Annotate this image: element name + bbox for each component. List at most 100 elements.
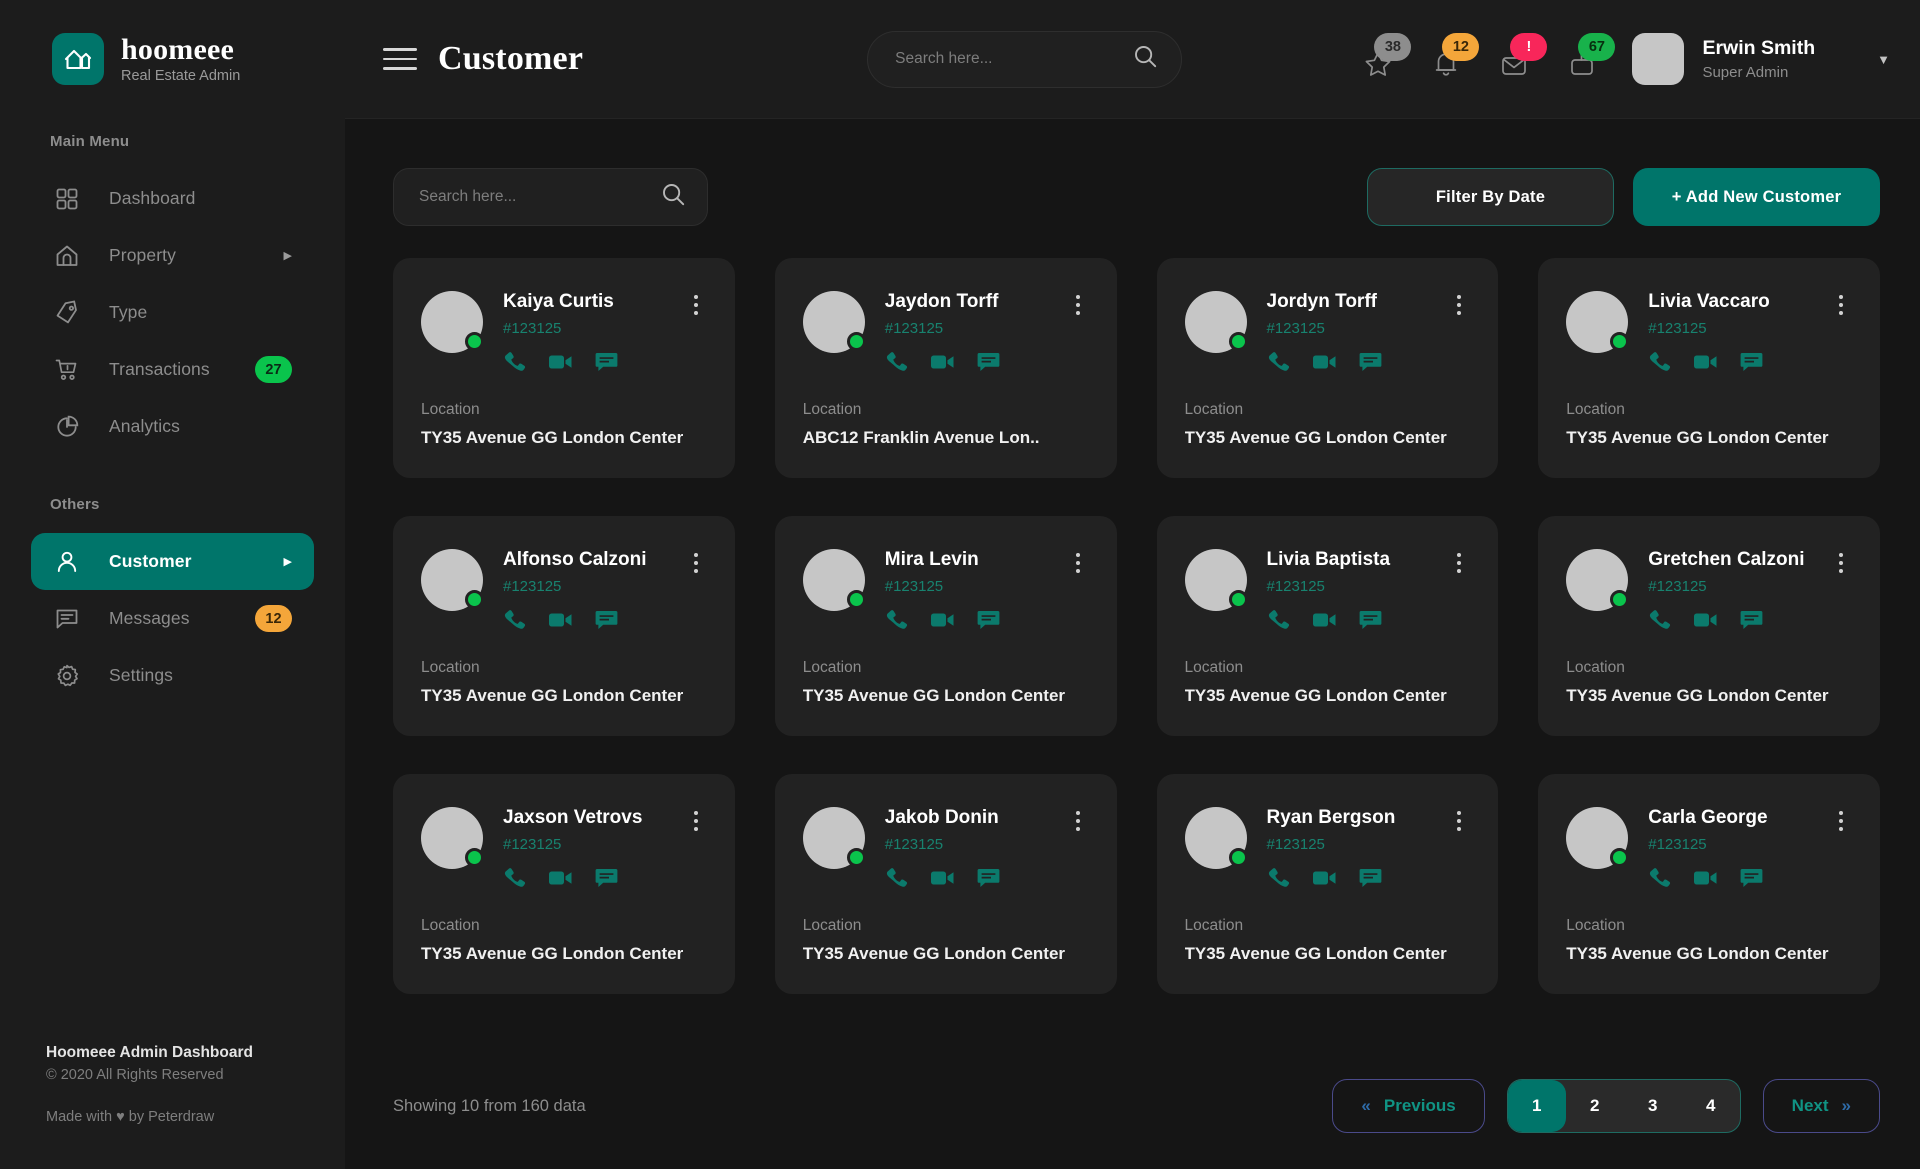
more-vertical-icon[interactable] — [685, 291, 707, 315]
video-icon[interactable] — [1312, 352, 1337, 372]
customer-card[interactable]: Livia Vaccaro #123125 Location TY35 Avenue … — [1538, 258, 1880, 478]
gear-icon — [53, 662, 81, 690]
search-icon[interactable] — [1132, 43, 1159, 75]
avatar — [421, 291, 484, 353]
video-icon[interactable] — [548, 610, 573, 630]
video-icon[interactable] — [930, 610, 955, 630]
customer-card[interactable]: Mira Levin #123125 Location TY35 Avenue GG … — [774, 516, 1117, 736]
chat-icon[interactable] — [1740, 609, 1763, 631]
user-icon — [53, 548, 81, 576]
search-icon[interactable] — [660, 181, 687, 213]
sidebar-item-dashboard[interactable]: Dashboard — [31, 170, 314, 227]
location-label: Location — [421, 917, 480, 934]
phone-icon[interactable] — [503, 608, 526, 631]
customer-location: TY35 Avenue GG London Center — [1566, 428, 1829, 447]
customer-card[interactable]: Jaxson Vetrovs #123125 Location TY35 Avenue… — [393, 774, 735, 994]
customer-card[interactable]: Kaiya Curtis #123125 Location TY35 Avenue G… — [393, 258, 735, 478]
chat-icon[interactable] — [977, 867, 1000, 889]
chat-icon[interactable] — [1359, 867, 1382, 889]
profile-menu[interactable]: Erwin Smith Super Admin ▼ — [1622, 33, 1890, 85]
customer-card[interactable]: Gretchen Calzoni #123125 Location TY35 Aven… — [1538, 516, 1880, 736]
video-icon[interactable] — [548, 868, 573, 888]
phone-icon[interactable] — [503, 350, 526, 373]
global-search[interactable] — [867, 30, 1183, 88]
more-vertical-icon[interactable] — [1067, 291, 1089, 315]
chat-icon[interactable] — [595, 351, 618, 373]
customer-card[interactable]: Carla George #123125 Location TY35 Avenue G… — [1538, 774, 1880, 994]
customer-search[interactable] — [393, 168, 708, 226]
video-icon[interactable] — [930, 352, 955, 372]
star-icon[interactable]: 38 — [1362, 33, 1412, 79]
phone-icon[interactable] — [1648, 866, 1671, 889]
more-vertical-icon[interactable] — [1448, 549, 1470, 573]
chevron-down-icon[interactable]: ▼ — [1877, 52, 1890, 67]
chat-icon[interactable] — [1740, 867, 1763, 889]
customer-id: #123125 — [1648, 577, 1707, 595]
phone-icon[interactable] — [1648, 350, 1671, 373]
search-input[interactable] — [895, 50, 1133, 68]
house-icon — [52, 33, 104, 85]
next-page-button[interactable]: Next » — [1762, 1079, 1880, 1133]
chat-icon[interactable] — [595, 867, 618, 889]
sidebar-item-messages[interactable]: Messages 12 — [31, 590, 314, 647]
sidebar-item-customer[interactable]: Customer ▶ — [31, 533, 314, 590]
chat-icon[interactable] — [595, 609, 618, 631]
video-icon[interactable] — [548, 352, 573, 372]
customer-card[interactable]: Jakob Donin #123125 Location TY35 Avenue GG… — [774, 774, 1117, 994]
add-new-customer-button[interactable]: + Add New Customer — [1633, 168, 1880, 226]
hamburger-icon[interactable] — [383, 48, 417, 70]
customer-card[interactable]: Livia Baptista #123125 Location TY35 Avenue… — [1156, 516, 1499, 736]
previous-page-button[interactable]: « Previous — [1332, 1079, 1485, 1133]
video-icon[interactable] — [1693, 610, 1718, 630]
chat-icon[interactable] — [1359, 609, 1382, 631]
customer-location: TY35 Avenue GG London Center — [1184, 686, 1447, 705]
brand[interactable]: hoomeee Real Estate Admin — [0, 0, 345, 85]
more-vertical-icon[interactable] — [1067, 807, 1089, 831]
location-label: Location — [421, 401, 480, 418]
other-nav: Customer ▶ Messages 12 Settings — [0, 533, 345, 704]
video-icon[interactable] — [1312, 868, 1337, 888]
sidebar-item-type[interactable]: Type — [31, 284, 314, 341]
sidebar-item-transactions[interactable]: Transactions 27 — [31, 341, 314, 398]
chat-icon[interactable] — [977, 609, 1000, 631]
phone-icon[interactable] — [1267, 866, 1290, 889]
phone-icon[interactable] — [503, 866, 526, 889]
filter-by-date-button[interactable]: Filter By Date — [1367, 168, 1614, 226]
page-number-4[interactable]: 4 — [1682, 1080, 1740, 1132]
video-icon[interactable] — [930, 868, 955, 888]
more-vertical-icon[interactable] — [1830, 549, 1852, 573]
phone-icon[interactable] — [885, 608, 908, 631]
video-icon[interactable] — [1312, 610, 1337, 630]
sidebar-item-property[interactable]: Property ▶ — [31, 227, 314, 284]
mail-icon[interactable]: ! — [1498, 33, 1548, 79]
sidebar-item-analytics[interactable]: Analytics — [31, 398, 314, 455]
more-vertical-icon[interactable] — [1448, 807, 1470, 831]
chat-icon[interactable] — [977, 351, 1000, 373]
phone-icon[interactable] — [885, 350, 908, 373]
more-vertical-icon[interactable] — [685, 549, 707, 573]
video-icon[interactable] — [1693, 868, 1718, 888]
customer-card[interactable]: Alfonso Calzoni #123125 Location TY35 Avenu… — [393, 516, 735, 736]
page-number-2[interactable]: 2 — [1566, 1080, 1624, 1132]
phone-icon[interactable] — [885, 866, 908, 889]
customer-card[interactable]: Ryan Bergson #123125 Location TY35 Avenue G… — [1156, 774, 1499, 994]
archive-icon[interactable]: 67 — [1566, 33, 1616, 79]
phone-icon[interactable] — [1648, 608, 1671, 631]
more-vertical-icon[interactable] — [1067, 549, 1089, 573]
more-vertical-icon[interactable] — [1448, 291, 1470, 315]
bell-icon[interactable]: 12 — [1430, 33, 1480, 79]
search-input[interactable] — [419, 188, 660, 206]
customer-card[interactable]: Jaydon Torff #123125 Location ABC12 Frankli… — [774, 258, 1117, 478]
more-vertical-icon[interactable] — [1830, 807, 1852, 831]
more-vertical-icon[interactable] — [1830, 291, 1852, 315]
phone-icon[interactable] — [1267, 608, 1290, 631]
page-number-3[interactable]: 3 — [1624, 1080, 1682, 1132]
sidebar-item-settings[interactable]: Settings — [31, 647, 314, 704]
phone-icon[interactable] — [1267, 350, 1290, 373]
chat-icon[interactable] — [1740, 351, 1763, 373]
page-number-1[interactable]: 1 — [1507, 1080, 1566, 1132]
more-vertical-icon[interactable] — [685, 807, 707, 831]
video-icon[interactable] — [1693, 352, 1718, 372]
chat-icon[interactable] — [1359, 351, 1382, 373]
customer-card[interactable]: Jordyn Torff #123125 Location TY35 Avenue G… — [1156, 258, 1499, 478]
